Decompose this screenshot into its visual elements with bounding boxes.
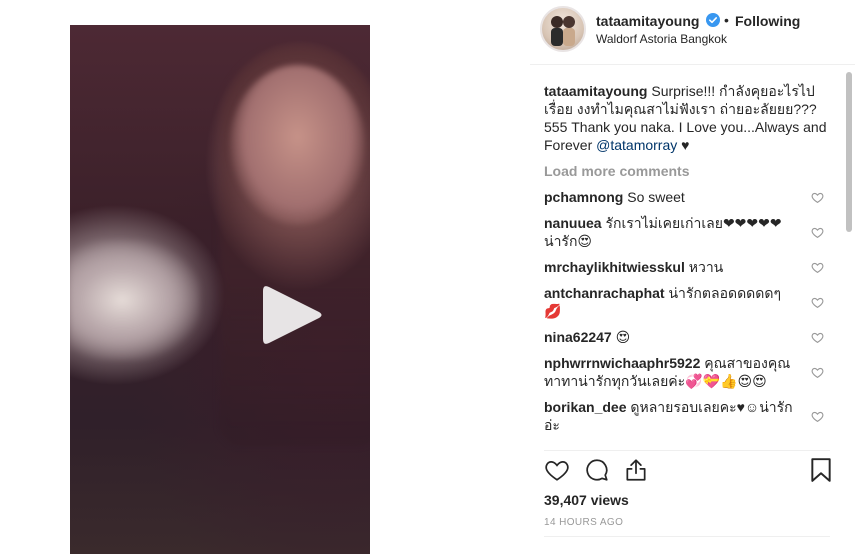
heart-icon[interactable] xyxy=(544,457,570,483)
verified-badge-icon xyxy=(706,13,720,27)
comment-text: หวาน xyxy=(688,259,724,275)
comments-list[interactable]: tataamitayoung Surprise!!! กำลังคุยอะไรไ… xyxy=(544,78,830,446)
comment-item: nanuuea รักเราไม่เคยเก่าเลย❤❤❤❤❤ น่ารัก😍 xyxy=(544,214,830,250)
actions-divider xyxy=(544,450,830,451)
view-count[interactable]: 39,407 views xyxy=(544,492,629,508)
comment-like-heart-icon[interactable] xyxy=(811,226,824,239)
bookmark-icon[interactable] xyxy=(808,457,834,483)
post-username[interactable]: tataamitayoung xyxy=(596,13,699,29)
comment-item: nphwrrnwichaaphr5922 คุณสาของคุณทาทาน่าร… xyxy=(544,354,830,390)
comment-username[interactable]: nphwrrnwichaaphr5922 xyxy=(544,355,700,371)
comment-item: borikan_dee ดูหลายรอบเลยคะ♥☺น่ารักอ่ะ xyxy=(544,398,830,434)
post-location[interactable]: Waldorf Astoria Bangkok xyxy=(596,32,727,46)
comment-like-heart-icon[interactable] xyxy=(811,331,824,344)
bottom-divider xyxy=(544,536,830,537)
post-timestamp[interactable]: 14 HOURS AGO xyxy=(544,517,623,528)
comment-item: pchamnong So sweet xyxy=(544,188,830,206)
comment-text: So sweet xyxy=(627,189,685,205)
comment-item: antchanrachaphat น่ารักตลอดดดดดๆ 💋 xyxy=(544,284,830,320)
comment-item: mrchaylikhitwiesskul หวาน xyxy=(544,258,830,276)
post-video[interactable] xyxy=(70,25,370,554)
post-actions xyxy=(544,457,834,487)
comment-text: 😍 xyxy=(615,329,631,345)
video-frame-flowers xyxy=(70,240,200,360)
video-frame-face xyxy=(230,65,365,225)
comment-like-heart-icon[interactable] xyxy=(811,296,824,309)
comment-username[interactable]: borikan_dee xyxy=(544,399,626,415)
comment-username[interactable]: antchanrachaphat xyxy=(544,285,665,301)
comment-username[interactable]: pchamnong xyxy=(544,189,623,205)
play-icon[interactable] xyxy=(263,283,323,347)
comment-like-heart-icon[interactable] xyxy=(811,261,824,274)
comment-item: nina62247 😍 xyxy=(544,328,830,346)
comment-username[interactable]: nina62247 xyxy=(544,329,612,345)
caption-username[interactable]: tataamitayoung xyxy=(544,83,647,99)
share-icon[interactable] xyxy=(623,457,649,483)
caption-suffix: ♥ xyxy=(677,137,690,153)
separator-dot: • xyxy=(724,12,729,28)
comment-like-heart-icon[interactable] xyxy=(811,366,824,379)
comment-username[interactable]: nanuuea xyxy=(544,215,602,231)
comments-scrollbar[interactable] xyxy=(846,72,852,232)
caption-mention[interactable]: @tatamorray xyxy=(596,137,677,153)
load-more-comments-button[interactable]: Load more comments xyxy=(544,162,830,180)
comment-like-heart-icon[interactable] xyxy=(811,410,824,423)
following-button[interactable]: Following xyxy=(735,13,800,29)
avatar[interactable] xyxy=(540,6,586,52)
post-header: tataamitayoung • Following Waldorf Astor… xyxy=(530,0,855,65)
comment-like-heart-icon[interactable] xyxy=(811,191,824,204)
comment-username[interactable]: mrchaylikhitwiesskul xyxy=(544,259,685,275)
comment-icon[interactable] xyxy=(584,457,610,483)
post-caption: tataamitayoung Surprise!!! กำลังคุยอะไรไ… xyxy=(544,82,830,154)
